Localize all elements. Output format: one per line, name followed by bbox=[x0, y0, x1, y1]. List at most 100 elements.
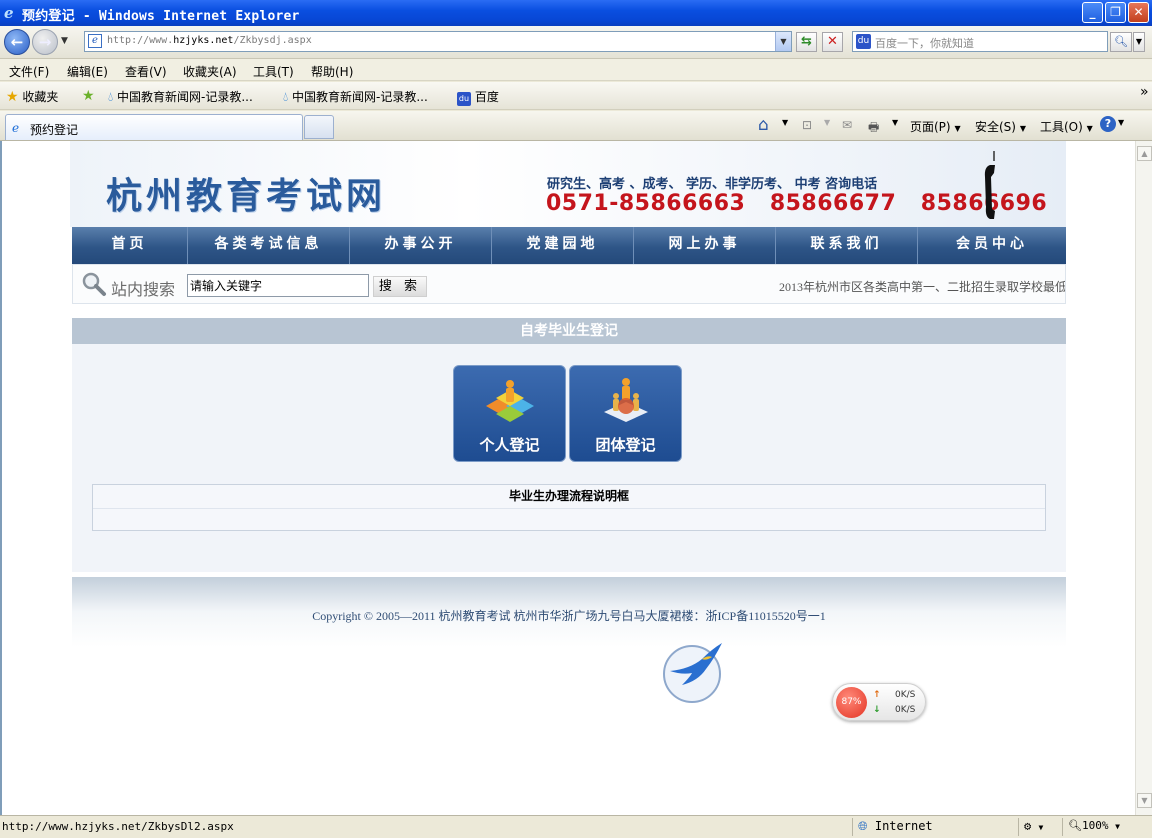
nav-public-affairs[interactable]: 办事公开 bbox=[350, 227, 492, 264]
status-link: http://www.hzjyks.net/ZkbysDl2.aspx bbox=[2, 820, 234, 833]
individual-registration-icon bbox=[486, 380, 534, 422]
zoom-control[interactable]: 🔍︎100% ▼ bbox=[1068, 819, 1120, 832]
globe-icon: 🌐︎ bbox=[858, 819, 868, 833]
site-header: 杭州教育考试网 研究生、高考 、成考、 学历、非学历考、 中考 咨询电话 057… bbox=[70, 141, 1066, 227]
speed-percent: 87% bbox=[836, 687, 867, 718]
menu-view[interactable]: 查看(V) bbox=[125, 63, 167, 80]
back-button[interactable]: ← bbox=[4, 29, 30, 55]
site-logo[interactable]: 杭州教育考试网 bbox=[106, 167, 386, 219]
copyright-text: Copyright © 2005—2011 杭州教育考试 杭州市华浙广场九号白马… bbox=[312, 609, 826, 623]
phone-numbers: 0571-85866663 85866677 85866696 bbox=[546, 191, 1047, 216]
vertical-scrollbar[interactable]: ▲ ▼ bbox=[1135, 141, 1152, 815]
address-toolbar: ← → ▼ e http://www.hzjyks.net/Zkbysdj.as… bbox=[0, 26, 1152, 59]
menu-tools[interactable]: 工具(T) bbox=[253, 63, 294, 80]
registration-panel: 个人登记 团体登记 毕业生办理流程说明框 bbox=[72, 344, 1066, 572]
fav-link-baidu[interactable]: du 百度 bbox=[457, 88, 499, 106]
fav-link-1[interactable]: 💧︎ 中国教育新闻网-记录教... bbox=[108, 88, 253, 105]
baidu-paw-icon: du bbox=[856, 34, 871, 49]
nav-exam-info[interactable]: 各类考试信息 bbox=[188, 227, 350, 264]
tab-active[interactable]: e 预约登记 bbox=[5, 114, 303, 140]
magnifier-icon bbox=[82, 272, 106, 296]
nav-members[interactable]: 会员中心 bbox=[918, 227, 1066, 264]
more-chevron-icon[interactable]: » bbox=[1140, 84, 1149, 100]
tools-menu[interactable]: 工具(O) ▼ bbox=[1040, 118, 1093, 135]
new-tab-button[interactable] bbox=[304, 115, 334, 139]
tab-label: 预约登记 bbox=[30, 123, 79, 137]
ie-logo-icon: e bbox=[4, 4, 14, 22]
window-title: 预约登记 - Windows Internet Explorer bbox=[22, 9, 300, 24]
print-dropdown-icon[interactable]: ▼ bbox=[892, 118, 898, 127]
ie-page-icon: e bbox=[12, 121, 20, 135]
refresh-button[interactable]: ⇆ bbox=[796, 32, 817, 52]
mail-icon[interactable]: ✉ bbox=[842, 118, 852, 132]
history-dropdown-icon[interactable]: ▼ bbox=[61, 36, 68, 46]
protected-mode-icon[interactable]: ⚙︎ ▼ bbox=[1024, 819, 1043, 833]
address-dropdown-icon[interactable]: ▼ bbox=[775, 32, 791, 51]
nav-contact[interactable]: 联系我们 bbox=[776, 227, 918, 264]
scroll-down-icon[interactable]: ▼ bbox=[1137, 793, 1152, 808]
contact-line: 研究生、高考 、成考、 学历、非学历考、 中考 咨询电话 bbox=[547, 177, 878, 192]
network-speed-widget[interactable]: 87% ↑ ↓ 0K/S 0K/S bbox=[832, 683, 926, 721]
security-zone[interactable]: 🌐︎ Internet bbox=[858, 819, 933, 834]
favorites-bar: ★ 收藏夹 ★ 💧︎ 中国教育新闻网-记录教... 💧︎ 中国教育新闻网-记录教… bbox=[0, 82, 1152, 110]
ie-window: e 预约登记 - Windows Internet Explorer _ ❐ ✕… bbox=[0, 0, 1152, 838]
search-input[interactable]: du 百度一下，你就知道 bbox=[852, 31, 1108, 52]
search-options-dropdown-icon[interactable]: ▼ bbox=[1133, 32, 1145, 52]
page-icon: e bbox=[88, 34, 102, 48]
nav-online-services[interactable]: 网上办事 bbox=[634, 227, 776, 264]
process-info-box: 毕业生办理流程说明框 bbox=[92, 484, 1046, 531]
status-separator bbox=[852, 818, 853, 836]
help-dropdown-icon[interactable]: ▼ bbox=[1118, 118, 1124, 127]
restore-button[interactable]: ❐ bbox=[1105, 2, 1126, 23]
close-button[interactable]: ✕ bbox=[1128, 2, 1149, 23]
site-footer: Copyright © 2005—2011 杭州教育考试 杭州市华浙广场九号白马… bbox=[72, 577, 1066, 647]
site-search-input[interactable] bbox=[187, 274, 369, 297]
help-icon[interactable]: ? bbox=[1100, 116, 1116, 132]
thunder-bird-icon[interactable] bbox=[662, 641, 726, 703]
feeds-icon[interactable]: ⊡ bbox=[802, 118, 812, 132]
menu-favorites[interactable]: 收藏夹(A) bbox=[183, 63, 237, 80]
nav-party-building[interactable]: 党建园地 bbox=[492, 227, 634, 264]
home-icon[interactable]: ⌂ bbox=[758, 115, 769, 135]
favorites-star-icon: ★ bbox=[6, 89, 19, 105]
group-registration-label: 团体登记 bbox=[595, 436, 656, 454]
safety-menu[interactable]: 安全(S) ▼ bbox=[975, 118, 1026, 135]
page-menu[interactable]: 页面(P) ▼ bbox=[910, 118, 961, 135]
individual-registration-button[interactable]: 个人登记 bbox=[453, 365, 566, 462]
site-search-label: 站内搜索 bbox=[111, 280, 176, 299]
site-search-button[interactable]: 搜 索 bbox=[373, 276, 427, 297]
fav-link-2[interactable]: 💧︎ 中国教育新闻网-记录教... bbox=[283, 88, 428, 105]
baidu-paw-icon: du bbox=[457, 92, 471, 106]
news-marquee[interactable]: 2013年杭州市区各类高中第一、二批招生录取学校最低 bbox=[779, 278, 1065, 295]
stop-button[interactable]: ✕ bbox=[822, 32, 843, 52]
tab-row: e 预约登记 ⌂ ▼ ⊡ ▼ ✉ 🖶︎ ▼ 页面(P) ▼ 安全(S) ▼ 工具… bbox=[0, 111, 1152, 141]
status-bar: http://www.hzjyks.net/ZkbysDl2.aspx 🌐︎ I… bbox=[0, 815, 1152, 838]
main-nav: 首页 各类考试信息 办事公开 党建园地 网上办事 联系我们 会员中心 bbox=[72, 227, 1066, 264]
upload-speed: 0K/S bbox=[895, 690, 916, 700]
menu-help[interactable]: 帮助(H) bbox=[311, 63, 353, 80]
home-dropdown-icon[interactable]: ▼ bbox=[782, 118, 788, 127]
print-icon[interactable]: 🖶︎ bbox=[868, 118, 879, 139]
scroll-up-icon[interactable]: ▲ bbox=[1137, 146, 1152, 161]
group-registration-icon bbox=[604, 378, 648, 422]
menu-file[interactable]: 文件(F) bbox=[9, 63, 49, 80]
ie-page-icon: 💧︎ bbox=[283, 90, 289, 105]
section-title: 自考毕业生登记 bbox=[72, 318, 1066, 344]
minimize-button[interactable]: _ bbox=[1082, 2, 1103, 23]
download-arrow-icon: ↓ bbox=[873, 705, 881, 715]
favorites-button[interactable]: ★ 收藏夹 bbox=[6, 88, 58, 105]
address-input[interactable]: e http://www.hzjyks.net/Zkbysdj.aspx ▼ bbox=[84, 31, 792, 52]
menu-bar: 文件(F) 编辑(E) 查看(V) 收藏夹(A) 工具(T) 帮助(H) bbox=[0, 59, 1152, 81]
phone-2: 85866677 bbox=[769, 191, 897, 216]
menu-edit[interactable]: 编辑(E) bbox=[67, 63, 108, 80]
site-search-bar: 站内搜索 搜 索 2013年杭州市区各类高中第一、二批招生录取学校最低 bbox=[72, 264, 1066, 304]
nav-home[interactable]: 首页 bbox=[72, 227, 188, 264]
search-button[interactable]: 🔍︎ bbox=[1110, 32, 1132, 52]
address-url: http://www.hzjyks.net/Zkbysdj.aspx bbox=[107, 35, 312, 46]
telephone-icon bbox=[984, 151, 995, 219]
group-registration-button[interactable]: 团体登记 bbox=[569, 365, 682, 462]
forward-button[interactable]: → bbox=[32, 29, 58, 55]
feeds-dropdown-icon[interactable]: ▼ bbox=[824, 118, 830, 127]
add-favorite-icon[interactable]: ★ bbox=[82, 88, 95, 104]
ie-page-icon: 💧︎ bbox=[108, 90, 114, 105]
